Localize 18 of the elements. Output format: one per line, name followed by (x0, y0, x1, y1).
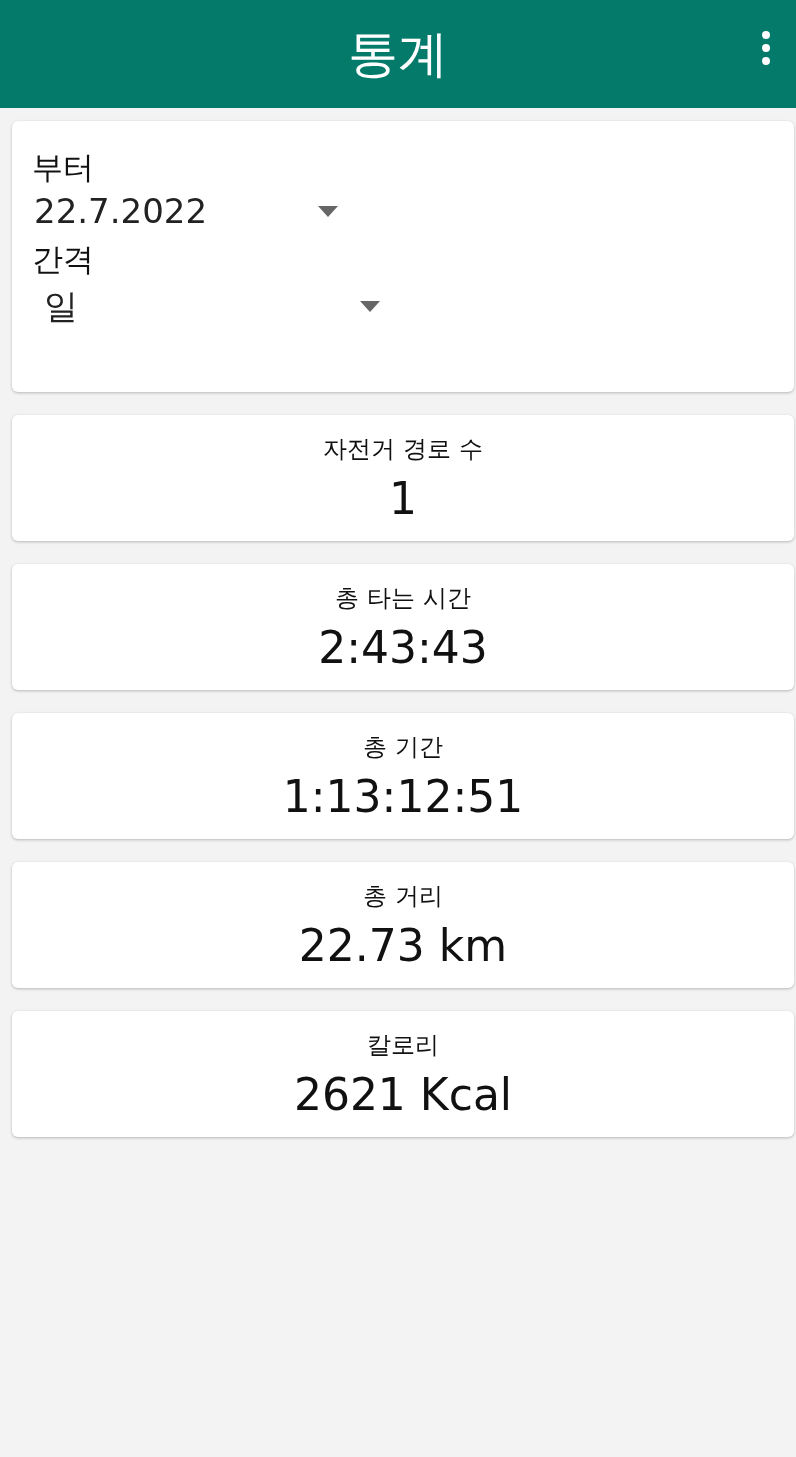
menu-icon (762, 31, 770, 65)
dropdown[interactable]: 22.7.2022 (32, 187, 338, 236)
stat-value: 1:13:12:51 (282, 770, 524, 822)
stat-label: 총 타는 시간 (335, 582, 471, 614)
stat-value: 22.73 km (298, 919, 508, 971)
caret-icon (318, 205, 338, 217)
caret-icon (360, 301, 380, 313)
stat-value: 2621 Kcal (293, 1068, 513, 1120)
stat-label: 자전거 경로 수 (323, 433, 483, 465)
stat-label: 총 거리 (363, 880, 443, 912)
screen-title: 통계 (348, 23, 448, 85)
stat-value: 1 (389, 472, 417, 524)
stat-label: 총 기간 (363, 731, 443, 763)
stat-label: 칼로리 (367, 1029, 439, 1061)
filter-label: 부터 (32, 148, 95, 187)
dropdown[interactable]: 일 (32, 279, 380, 334)
stat-value: 2:43:43 (318, 621, 488, 673)
filter-label: 간격 (32, 240, 95, 280)
